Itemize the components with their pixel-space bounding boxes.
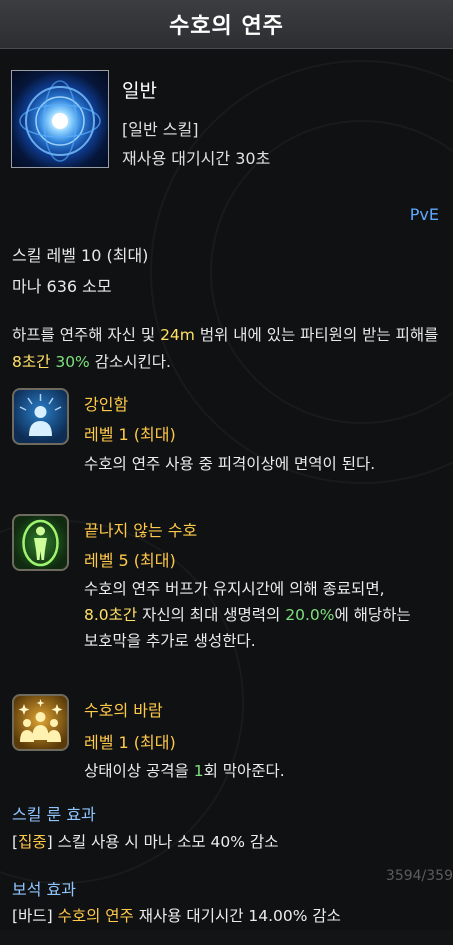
tripod-description: 상태이상 공격을 1회 막아준다.: [84, 758, 424, 784]
tripod-name: 끝나지 않는 수호: [84, 521, 198, 540]
rune-effect-heading: 스킬 룬 효과: [12, 805, 96, 824]
skill-grade: 일반: [122, 80, 157, 102]
skill-level: 스킬 레벨 10 (최대): [12, 246, 149, 265]
tripod-name: 수호의 바람: [84, 701, 163, 720]
skill-description: 하프를 연주해 자신 및 24m 범위 내에 있는 파티원의 받는 피해를 8초…: [12, 322, 442, 376]
gem-desc: 재사용 대기시간 14.00% 감소: [133, 907, 341, 925]
gem-effect-text: [바드] 수호의 연주 재사용 대기시간 14.00% 감소: [12, 904, 341, 926]
figure-halo-icon: [12, 388, 69, 445]
skill-title: 수호의 연주: [169, 14, 284, 39]
desc-reduction-value: 30%: [55, 353, 90, 371]
desc-text: 하프를 연주해 자신 및: [12, 326, 161, 344]
bottom-hud-strip: [0, 930, 453, 945]
pve-mode-label: PvE: [409, 205, 439, 224]
desc-text: 자신의 최대 생명력의: [137, 606, 286, 624]
rune-name: 집중: [18, 833, 47, 851]
tripod-name: 강인함: [84, 395, 129, 414]
tripod-level: 레벨 1 (최대): [84, 733, 176, 752]
desc-count-value: 1: [193, 762, 204, 780]
desc-time-value: 8.0초간: [84, 606, 138, 624]
desc-text: 회 막아준다.: [203, 762, 285, 780]
gem-skill-name: 수호의 연주: [57, 907, 134, 925]
desc-range-value: 24m: [160, 326, 195, 344]
tripod-description: 수호의 연주 버프가 유지시간에 의해 종료되면, 8.0초간 자신의 최대 생…: [84, 576, 414, 654]
rune-desc: 스킬 사용 시 마나 소모 40% 감소: [52, 833, 279, 851]
gem-effect-heading: 보석 효과: [12, 880, 76, 899]
desc-text: 범위 내에 있는 파티원의 받는 피해를: [194, 326, 439, 344]
desc-text: 수호의 연주 버프가 유지시간에 의해 종료되면,: [84, 580, 385, 598]
desc-duration-value: 8초간: [12, 353, 51, 371]
desc-text: 감소시킨다.: [89, 353, 171, 371]
mana-cost: 마나 636 소모: [12, 277, 112, 296]
background-hp-readout: 3594/359: [385, 868, 453, 884]
green-aura-figure-icon: [12, 514, 69, 571]
desc-text: 상태이상 공격을: [84, 762, 194, 780]
rune-effect-text: [집중] 스킬 사용 시 마나 소모 40% 감소: [12, 830, 278, 852]
skill-cooldown: 재사용 대기시간 30초: [122, 149, 271, 168]
tripod-level: 레벨 1 (최대): [84, 425, 176, 444]
tripod-level: 레벨 5 (최대): [84, 551, 176, 570]
skill-type: [일반 스킬]: [122, 120, 199, 139]
gem-class-tag: [바드]: [12, 907, 53, 925]
party-sparkle-icon: [12, 694, 69, 751]
desc-percent-value: 20.0%: [285, 606, 335, 624]
tripod-description: 수호의 연주 사용 중 피격이상에 면역이 된다.: [84, 455, 376, 473]
guardian-tune-skill-icon: [11, 70, 109, 168]
tooltip-title-bar: 수호의 연주: [0, 0, 453, 49]
